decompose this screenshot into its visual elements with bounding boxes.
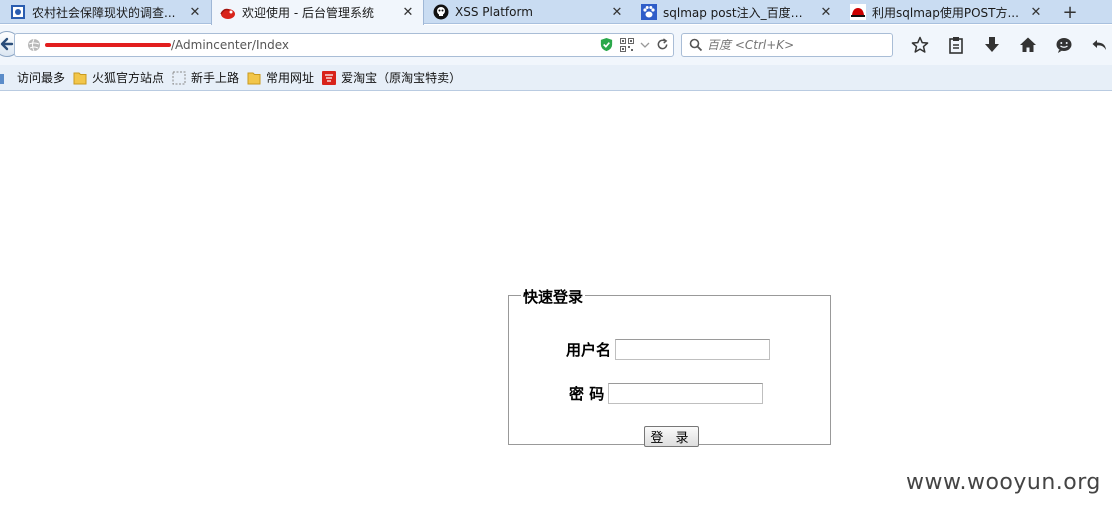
tab-1-title: 农村社会保障现状的调查... — [32, 5, 176, 20]
red-hat-icon — [850, 4, 866, 20]
shield-check-icon[interactable] — [599, 37, 614, 52]
download-arrow-icon — [985, 37, 999, 52]
tab-2-title: 欢迎使用 - 后台管理系统 — [242, 6, 374, 20]
tab-4[interactable]: sqlmap post注入_百度搜索 ✕ — [633, 0, 841, 24]
qr-code-icon[interactable] — [620, 37, 634, 52]
bookmarks-menu-button[interactable] — [938, 33, 974, 57]
bookmark-most-visited[interactable]: 访问最多 — [0, 69, 65, 86]
password-label: 密 码 — [569, 385, 605, 403]
dropdown-arrow-icon[interactable] — [640, 40, 650, 50]
blank-page-icon — [172, 71, 186, 85]
tab-5-close-icon[interactable]: ✕ — [1029, 5, 1043, 20]
address-url-text: /Admincenter/Index — [171, 38, 289, 52]
address-bar[interactable]: /Admincenter/Index — [14, 33, 674, 57]
bookmark-common-sites[interactable]: 常用网址 — [247, 69, 314, 86]
password-input[interactable] — [608, 383, 764, 404]
username-label: 用户名 — [566, 341, 612, 359]
home-button[interactable] — [1010, 33, 1046, 57]
undo-arrow-icon — [1092, 40, 1106, 50]
tab-1[interactable]: 农村社会保障现状的调查... ✕ — [2, 0, 210, 24]
watermark-text: www.wooyun.org — [906, 470, 1101, 495]
username-input[interactable] — [615, 339, 771, 360]
globe-icon — [28, 38, 40, 52]
back-arrow-icon — [0, 37, 14, 51]
bookmark-ai-taobao[interactable]: 爱淘宝（原淘宝特卖） — [322, 69, 461, 86]
password-row: 密 码 — [569, 383, 764, 404]
login-legend: 快速登录 — [521, 286, 586, 307]
tab-strip: 农村社会保障现状的调查... ✕ 欢迎使用 - 后台管理系统 ✕ XSS Pla… — [0, 0, 1112, 25]
taobao-icon — [322, 70, 337, 85]
bookmark-label: 爱淘宝（原淘宝特卖） — [341, 71, 462, 85]
folder-icon — [73, 71, 87, 85]
bookmark-label: 火狐官方站点 — [92, 71, 165, 85]
reload-icon[interactable] — [656, 38, 669, 51]
tab-4-title: sqlmap post注入_百度搜索 — [663, 5, 813, 20]
undo-back-button[interactable] — [1082, 33, 1112, 57]
bookmark-label: 访问最多 — [17, 71, 66, 85]
username-row: 用户名 — [566, 339, 771, 360]
tab-2-active[interactable]: 欢迎使用 - 后台管理系统 ✕ — [211, 0, 424, 25]
tab-5-title: 利用sqlmap使用POST方... — [872, 5, 1019, 20]
document-icon — [10, 4, 26, 20]
baidu-paw-icon — [641, 4, 657, 20]
chat-button[interactable] — [1046, 33, 1082, 57]
bookmarks-toolbar: 访问最多 火狐官方站点 新手上路 常用网址 爱淘宝（原淘宝特卖） — [0, 65, 1112, 91]
quick-login-fieldset: 快速登录 用户名 密 码 登 录 — [508, 286, 831, 447]
tab-2-close-icon[interactable]: ✕ — [401, 5, 415, 20]
search-icon — [689, 38, 703, 52]
tab-3[interactable]: XSS Platform ✕ — [425, 0, 632, 24]
redacted-domain — [45, 43, 171, 47]
red-bird-icon — [220, 5, 236, 21]
tab-1-close-icon[interactable]: ✕ — [188, 5, 202, 20]
tab-4-close-icon[interactable]: ✕ — [819, 5, 833, 20]
bookmark-firefox-official[interactable]: 火狐官方站点 — [73, 69, 164, 86]
bookmark-star-button[interactable] — [902, 33, 938, 57]
downloads-button[interactable] — [974, 33, 1010, 57]
pirate-skull-icon — [433, 4, 449, 20]
search-input[interactable] — [707, 38, 887, 52]
new-tab-button[interactable]: + — [1058, 0, 1082, 24]
most-visited-icon — [0, 71, 12, 85]
smiley-chat-icon — [1056, 38, 1072, 53]
bookmark-label: 新手上路 — [191, 71, 240, 85]
clipboard-icon — [949, 37, 963, 54]
navigation-toolbar: /Admincenter/Index — [0, 25, 1112, 65]
tab-3-close-icon[interactable]: ✕ — [610, 5, 624, 20]
tab-3-title: XSS Platform — [455, 5, 533, 19]
home-icon — [1020, 37, 1036, 52]
tab-5[interactable]: 利用sqlmap使用POST方... ✕ — [842, 0, 1051, 24]
bookmark-getting-started[interactable]: 新手上路 — [172, 69, 239, 86]
login-button[interactable]: 登 录 — [644, 426, 699, 447]
bookmark-label: 常用网址 — [266, 71, 315, 85]
star-icon — [911, 36, 929, 53]
search-bar[interactable] — [681, 33, 893, 57]
folder-icon — [247, 71, 261, 85]
